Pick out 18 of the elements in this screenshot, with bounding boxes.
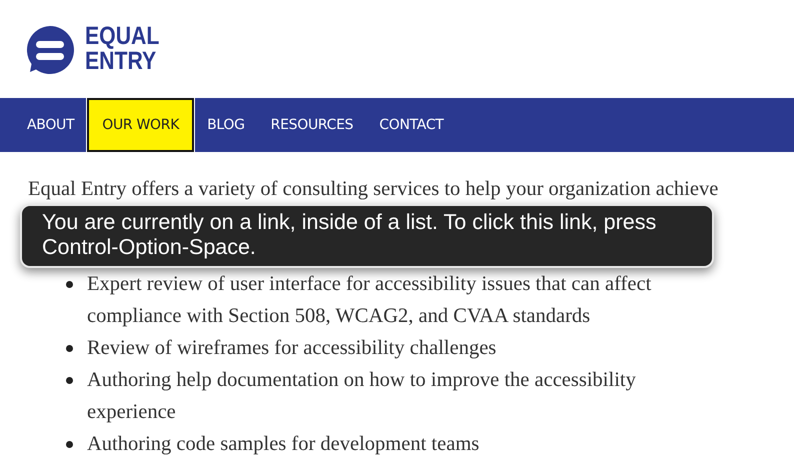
nav-link[interactable]: BLOG xyxy=(194,98,258,152)
voiceover-caption: You are currently on a link, inside of a list. To click this link, press Control-Option-Space. xyxy=(20,204,714,268)
nav-link[interactable]: RESOURCES xyxy=(258,98,366,152)
service-item: Expert review of user interface for accessibility issues that can affect compliance with Section 508, WCAG2, and CVAA standards xyxy=(87,272,652,329)
service-item: Authoring code samples for development teams xyxy=(87,432,480,457)
nav-link[interactable]: OUR WORK xyxy=(87,98,194,152)
service-item: Review of wireframes for accessibility challenges xyxy=(87,336,498,361)
bullet-icon xyxy=(66,441,73,448)
bullet-icon xyxy=(66,345,73,352)
logo-text: ENTRY xyxy=(85,49,156,74)
intro-paragraph: Equal Entry offers a variety of consulting services to help your organization achieve xyxy=(28,177,720,202)
service-item: Authoring help documentation on how to improve the accessibility experience xyxy=(87,368,637,425)
bullet-icon xyxy=(66,281,73,288)
nav-link[interactable]: CONTACT xyxy=(366,98,457,152)
nav-link[interactable]: ABOUT xyxy=(14,98,88,152)
logo-icon xyxy=(24,24,76,74)
bullet-icon xyxy=(66,377,73,384)
logo-text: EQUAL xyxy=(85,24,160,49)
